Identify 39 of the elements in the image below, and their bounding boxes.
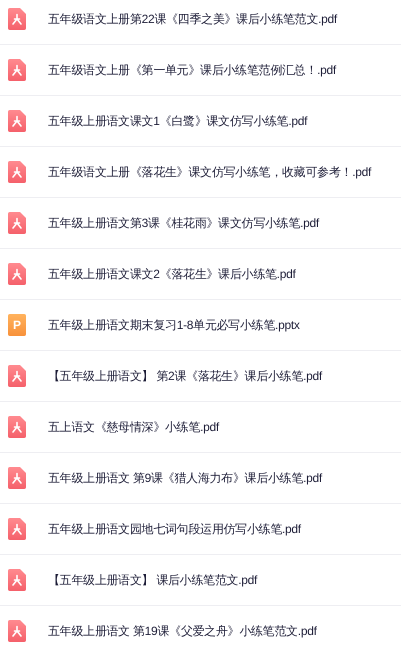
file-row[interactable]: 【五年级上册语文】 课后小练笔范文.pdf xyxy=(0,555,401,606)
file-row[interactable]: 五上语文《慈母情深》小练笔.pdf xyxy=(0,402,401,453)
file-row[interactable]: 五年级上册语文课文2《落花生》课后小练笔.pdf xyxy=(0,249,401,300)
file-name: 五年级语文上册《落花生》课文仿写小练笔，收藏可参考！.pdf xyxy=(48,164,372,181)
file-name: 五年级上册语文课文1《白鹭》课文仿写小练笔.pdf xyxy=(48,113,308,130)
file-name: 五年级上册语文第3课《桂花雨》课文仿写小练笔.pdf xyxy=(48,215,319,232)
file-row[interactable]: P 五年级上册语文期末复习1-8单元必写小练笔.pptx xyxy=(0,300,401,351)
pdf-file-icon xyxy=(8,416,26,438)
file-name: 【五年级上册语文】 课后小练笔范文.pdf xyxy=(48,572,258,589)
pdf-file-icon xyxy=(8,569,26,591)
file-row[interactable]: 五年级上册语文课文1《白鹭》课文仿写小练笔.pdf xyxy=(0,96,401,147)
file-row[interactable]: 五年级上册语文第3课《桂花雨》课文仿写小练笔.pdf xyxy=(0,198,401,249)
file-row[interactable]: 五年级上册语文 第19课《父爱之舟》小练笔范文.pdf xyxy=(0,606,401,655)
file-row[interactable]: 【五年级上册语文】 第2课《落花生》课后小练笔.pdf xyxy=(0,351,401,402)
pdf-file-icon xyxy=(8,212,26,234)
pdf-file-icon xyxy=(8,518,26,540)
file-name: 五年级语文上册第22课《四季之美》课后小练笔范文.pdf xyxy=(48,11,337,28)
file-row[interactable]: 五年级上册语文园地七词句段运用仿写小练笔.pdf xyxy=(0,504,401,555)
pdf-file-icon xyxy=(8,110,26,132)
pdf-file-icon xyxy=(8,59,26,81)
pdf-file-icon xyxy=(8,8,26,30)
file-name: 【五年级上册语文】 第2课《落花生》课后小练笔.pdf xyxy=(48,368,322,385)
file-name: 五年级上册语文 第19课《父爱之舟》小练笔范文.pdf xyxy=(48,623,317,640)
file-row[interactable]: 五年级语文上册第22课《四季之美》课后小练笔范文.pdf xyxy=(0,0,401,45)
file-row[interactable]: 五年级上册语文 第9课《猎人海力布》课后小练笔.pdf xyxy=(0,453,401,504)
file-name: 五年级上册语文课文2《落花生》课后小练笔.pdf xyxy=(48,266,296,283)
pdf-file-icon xyxy=(8,263,26,285)
file-name: 五年级上册语文 第9课《猎人海力布》课后小练笔.pdf xyxy=(48,470,322,487)
pdf-file-icon xyxy=(8,365,26,387)
file-row[interactable]: 五年级语文上册《第一单元》课后小练笔范例汇总！.pdf xyxy=(0,45,401,96)
file-name: 五上语文《慈母情深》小练笔.pdf xyxy=(48,419,219,436)
file-name: 五年级上册语文期末复习1-8单元必写小练笔.pptx xyxy=(48,317,300,334)
slides-file-icon: P xyxy=(8,314,26,336)
pdf-file-icon xyxy=(8,161,26,183)
pdf-file-icon xyxy=(8,620,26,642)
file-name: 五年级语文上册《第一单元》课后小练笔范例汇总！.pdf xyxy=(48,62,336,79)
file-row[interactable]: 五年级语文上册《落花生》课文仿写小练笔，收藏可参考！.pdf xyxy=(0,147,401,198)
file-name: 五年级上册语文园地七词句段运用仿写小练笔.pdf xyxy=(48,521,301,538)
pdf-file-icon xyxy=(8,467,26,489)
